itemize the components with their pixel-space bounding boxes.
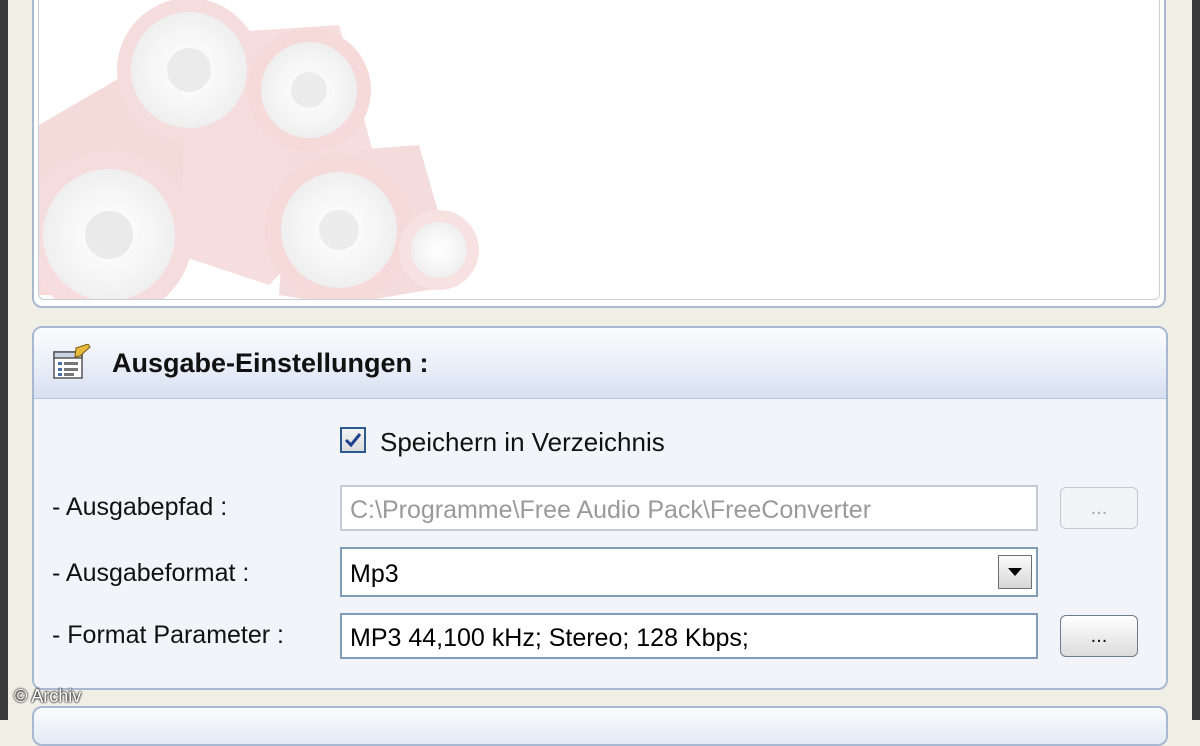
window-frame-left [0,0,8,720]
checkmark-icon [344,433,362,448]
save-in-directory-checkbox[interactable] [340,427,366,453]
output-format-label: - Ausgabeformat : [52,559,250,587]
format-parameter-label: - Format Parameter : [52,621,284,649]
output-path-field[interactable]: C:\Programme\Free Audio Pack\FreeConvert… [340,485,1038,531]
output-settings-body: Speichern in Verzeichnis - Ausgabepfad :… [34,399,1166,688]
file-list-area[interactable] [38,0,1160,300]
speaker-watermark-image [39,0,479,299]
dropdown-arrow-button[interactable] [998,555,1032,589]
chevron-down-icon [1008,568,1022,576]
output-path-browse-button[interactable]: ... [1060,487,1138,529]
format-parameter-field[interactable]: MP3 44,100 kHz; Stereo; 128 Kbps; [340,613,1038,659]
file-list-panel[interactable] [32,0,1166,308]
save-in-directory-label[interactable]: Speichern in Verzeichnis [380,427,665,458]
copyright-watermark: © Archiv [14,686,82,706]
output-settings-title: Ausgabe-Einstellungen : [112,348,429,378]
output-format-dropdown[interactable]: Mp3 [340,547,1038,597]
output-format-selected: Mp3 [350,560,399,588]
next-group-panel [32,706,1168,746]
output-settings-header: Ausgabe-Einstellungen : [34,328,1166,399]
format-parameter-browse-button[interactable]: ... [1060,615,1138,657]
settings-list-icon [53,344,91,379]
output-settings-panel: Ausgabe-Einstellungen : Speichern in Ver… [32,326,1168,690]
window-frame-right [1192,0,1200,720]
output-path-label: - Ausgabepfad : [52,493,228,521]
